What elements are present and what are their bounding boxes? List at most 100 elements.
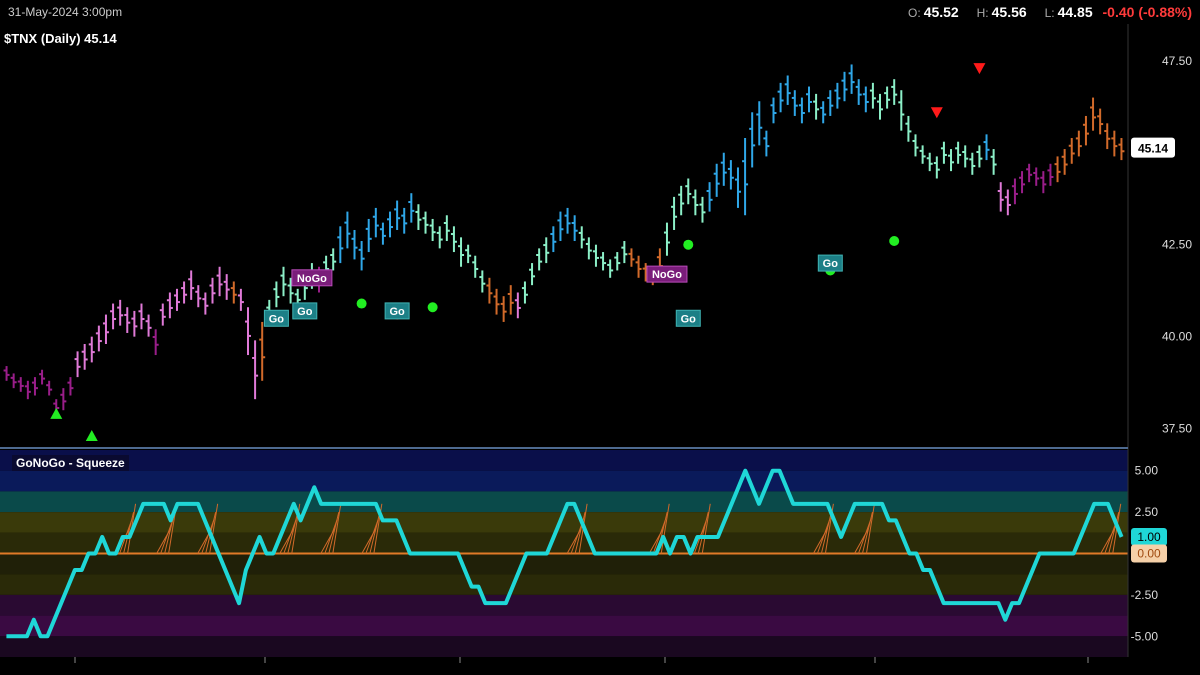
price-bar <box>756 101 763 146</box>
price-bar <box>1040 171 1047 194</box>
price-bar <box>550 226 557 253</box>
price-bar <box>521 281 528 304</box>
signal-triangle-down <box>973 63 986 75</box>
price-bar <box>692 189 699 216</box>
price-bar <box>1097 108 1104 135</box>
price-bar <box>742 138 749 216</box>
signal-dot <box>427 302 438 313</box>
price-tick-label: 40.00 <box>1162 330 1192 344</box>
price-bar <box>472 255 479 278</box>
price-bar <box>763 130 770 157</box>
oscillator-zone <box>0 636 1128 657</box>
price-bar <box>401 207 408 234</box>
go-label: Go <box>675 309 701 327</box>
last-price-text: 45.14 <box>1138 142 1168 156</box>
price-bar <box>131 310 138 337</box>
price-bar <box>1090 97 1097 131</box>
price-bar <box>280 266 287 297</box>
price-bar <box>443 215 450 242</box>
indicator-title: GoNoGo - Squeeze <box>12 455 129 471</box>
price-bar <box>536 248 543 271</box>
oscillator-value-text: 1.00 <box>1137 530 1161 544</box>
price-bar <box>493 288 500 315</box>
price-bar <box>1082 115 1089 146</box>
go-label: Go <box>384 302 410 320</box>
price-bar <box>358 241 365 271</box>
price-bar <box>415 204 422 230</box>
price-bar <box>1019 171 1026 194</box>
price-bar <box>237 288 244 311</box>
oscillator-value-tag: 1.00 <box>1131 527 1167 546</box>
go-label: Go <box>817 254 843 272</box>
price-bar <box>1054 156 1061 183</box>
signal-dot <box>683 239 694 250</box>
price-tick-label: 47.50 <box>1162 54 1192 68</box>
price-bar <box>564 207 571 234</box>
price-bar <box>990 149 997 175</box>
price-bar <box>749 112 756 168</box>
price-bar <box>1118 138 1125 161</box>
price-bar <box>337 226 344 264</box>
price-bar <box>621 241 628 264</box>
price-bar <box>102 314 109 345</box>
price-bar <box>230 281 237 304</box>
price-bar <box>1004 189 1011 216</box>
price-bar <box>926 152 933 172</box>
price-bar <box>706 182 713 212</box>
price-bar <box>969 152 976 175</box>
price-bar <box>195 285 202 308</box>
price-bar <box>933 156 940 179</box>
price-bar <box>734 167 741 208</box>
price-bar <box>997 182 1004 212</box>
label-text: NoGo <box>652 269 682 281</box>
oscillator-zone <box>0 553 1128 575</box>
price-bar <box>955 141 962 164</box>
price-bar <box>699 196 706 223</box>
price-bar <box>727 160 734 190</box>
label-text: Go <box>269 313 285 325</box>
price-bar <box>912 134 919 157</box>
price-bar <box>95 325 102 352</box>
price-bar <box>529 263 536 286</box>
price-bar <box>777 82 784 113</box>
price-bar <box>81 344 88 370</box>
price-bar <box>614 252 621 271</box>
label-text: NoGo <box>297 273 327 285</box>
go-label: Go <box>263 309 289 327</box>
price-bar <box>962 145 969 168</box>
price-bar <box>834 82 841 109</box>
price-bar <box>948 149 955 172</box>
price-bar <box>244 307 251 356</box>
price-bar <box>173 288 180 311</box>
oscillator-tick-label: -5.00 <box>1131 629 1159 643</box>
chart-canvas[interactable]: GoGoNoGoGoNoGoGoGoNoGo 37.5040.0042.5047… <box>0 24 1200 675</box>
change-value: -0.40 (-0.88%) <box>1102 4 1192 20</box>
go-label: Go <box>292 302 318 320</box>
price-bar <box>798 97 805 124</box>
price-bar <box>543 237 550 264</box>
price-bar <box>436 226 443 249</box>
price-bar <box>805 86 812 113</box>
price-bar <box>202 292 209 315</box>
price-bar <box>479 270 486 293</box>
price-bar <box>379 222 386 245</box>
price-bar <box>919 145 926 164</box>
price-bar <box>557 211 564 242</box>
price-bar <box>145 314 152 337</box>
signal-triangle-up <box>85 429 98 441</box>
price-bar <box>877 93 884 120</box>
price-bar <box>39 369 46 385</box>
price-bar <box>678 185 685 216</box>
price-bar <box>330 248 337 271</box>
price-bar <box>159 303 166 326</box>
price-bar <box>848 64 855 94</box>
price-bar <box>884 86 891 109</box>
price-bar <box>31 377 38 396</box>
price-bar <box>110 303 117 330</box>
price-bar <box>408 193 415 223</box>
price-bar <box>791 90 798 116</box>
label-text: Go <box>389 306 405 318</box>
high-value: 45.56 <box>991 4 1027 20</box>
price-bar <box>365 218 372 253</box>
oscillator-zone <box>0 574 1128 595</box>
